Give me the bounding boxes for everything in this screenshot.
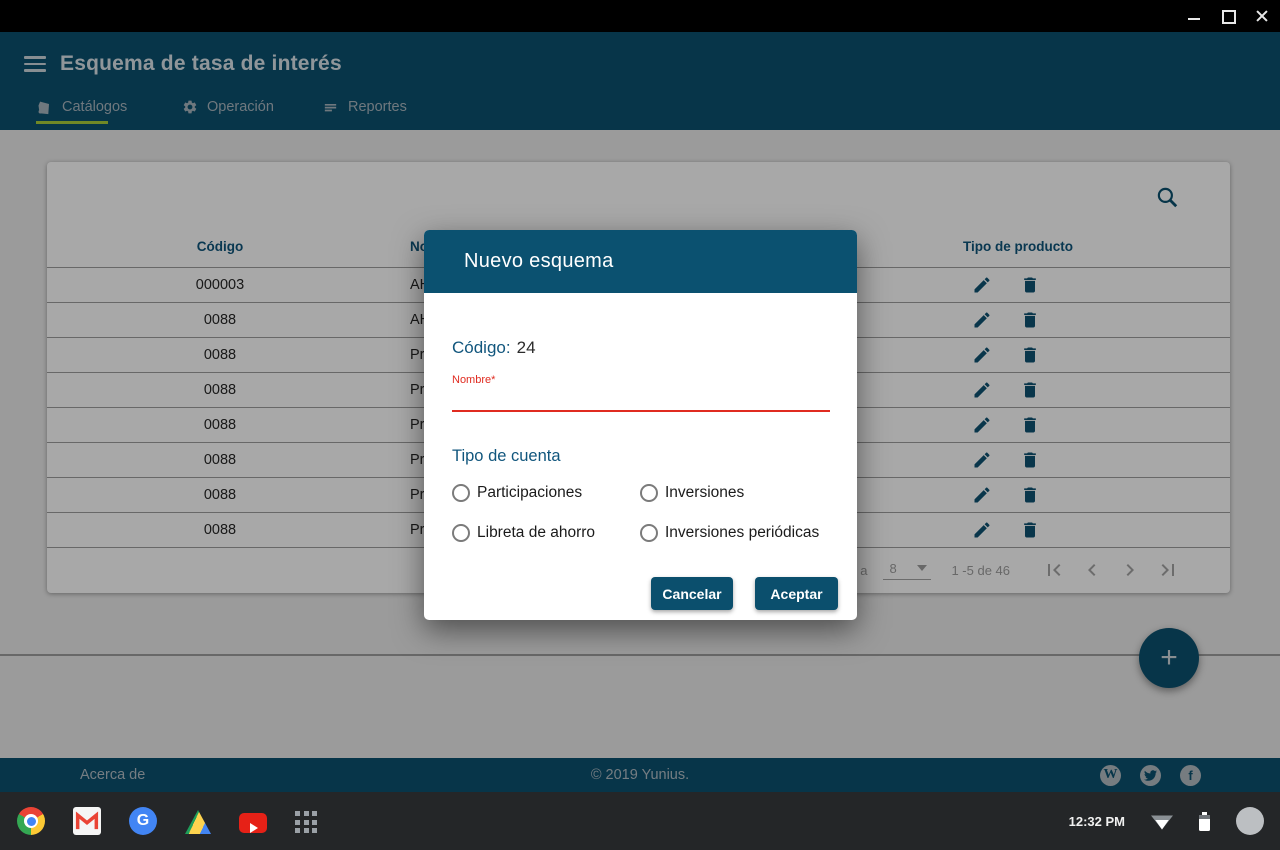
- nuevo-esquema-dialog: Nuevo esquema Código: 24 Nombre* Tipo de …: [424, 230, 857, 620]
- screen: Esquema de tasa de interés Catálogos Ope…: [0, 0, 1280, 850]
- codigo-row: Código: 24: [452, 338, 536, 358]
- accept-button[interactable]: Aceptar: [755, 577, 838, 610]
- option-inversiones-periodicas[interactable]: Inversiones periódicas: [640, 518, 819, 548]
- gmail-envelope-icon: [73, 807, 101, 835]
- chromeos-shelf: G 12:32 PM: [0, 792, 1280, 850]
- google-icon[interactable]: G: [129, 807, 157, 835]
- battery-icon[interactable]: [1199, 812, 1210, 831]
- gmail-icon[interactable]: [73, 807, 101, 835]
- avatar[interactable]: [1236, 807, 1264, 835]
- maximize-icon[interactable]: [1222, 10, 1234, 22]
- wifi-icon[interactable]: [1151, 813, 1173, 830]
- option-libreta-de-ahorro[interactable]: Libreta de ahorro: [452, 518, 640, 548]
- app-launcher-icon[interactable]: [295, 811, 317, 833]
- close-icon[interactable]: [1256, 10, 1268, 22]
- shelf-apps: G: [17, 807, 317, 835]
- tipo-de-cuenta-label: Tipo de cuenta: [452, 447, 561, 466]
- window-titlebar: [0, 0, 1280, 32]
- codigo-label: Código:: [452, 338, 511, 357]
- option-participaciones[interactable]: Participaciones: [452, 478, 640, 508]
- window-controls: [1188, 0, 1268, 32]
- nombre-label: Nombre*: [452, 374, 495, 386]
- chrome-icon[interactable]: [17, 807, 45, 835]
- browser-viewport: Esquema de tasa de interés Catálogos Ope…: [0, 32, 1280, 792]
- clock: 12:32 PM: [1069, 814, 1125, 829]
- shelf-status-area[interactable]: 12:32 PM: [1069, 792, 1264, 850]
- minimize-icon[interactable]: [1188, 10, 1200, 22]
- option-inversiones[interactable]: Inversiones: [640, 478, 819, 508]
- dialog-header: Nuevo esquema: [424, 230, 857, 293]
- google-drive-icon[interactable]: [185, 810, 211, 834]
- nombre-input[interactable]: [452, 390, 830, 412]
- radio-icon[interactable]: [640, 524, 658, 542]
- dialog-title: Nuevo esquema: [464, 250, 614, 273]
- radio-icon[interactable]: [640, 484, 658, 502]
- radio-icon[interactable]: [452, 524, 470, 542]
- codigo-value: 24: [517, 338, 536, 357]
- cancel-button[interactable]: Cancelar: [651, 577, 733, 610]
- account-type-options: Participaciones Inversiones Libreta de a…: [452, 478, 819, 548]
- radio-icon[interactable]: [452, 484, 470, 502]
- youtube-icon[interactable]: [239, 813, 267, 833]
